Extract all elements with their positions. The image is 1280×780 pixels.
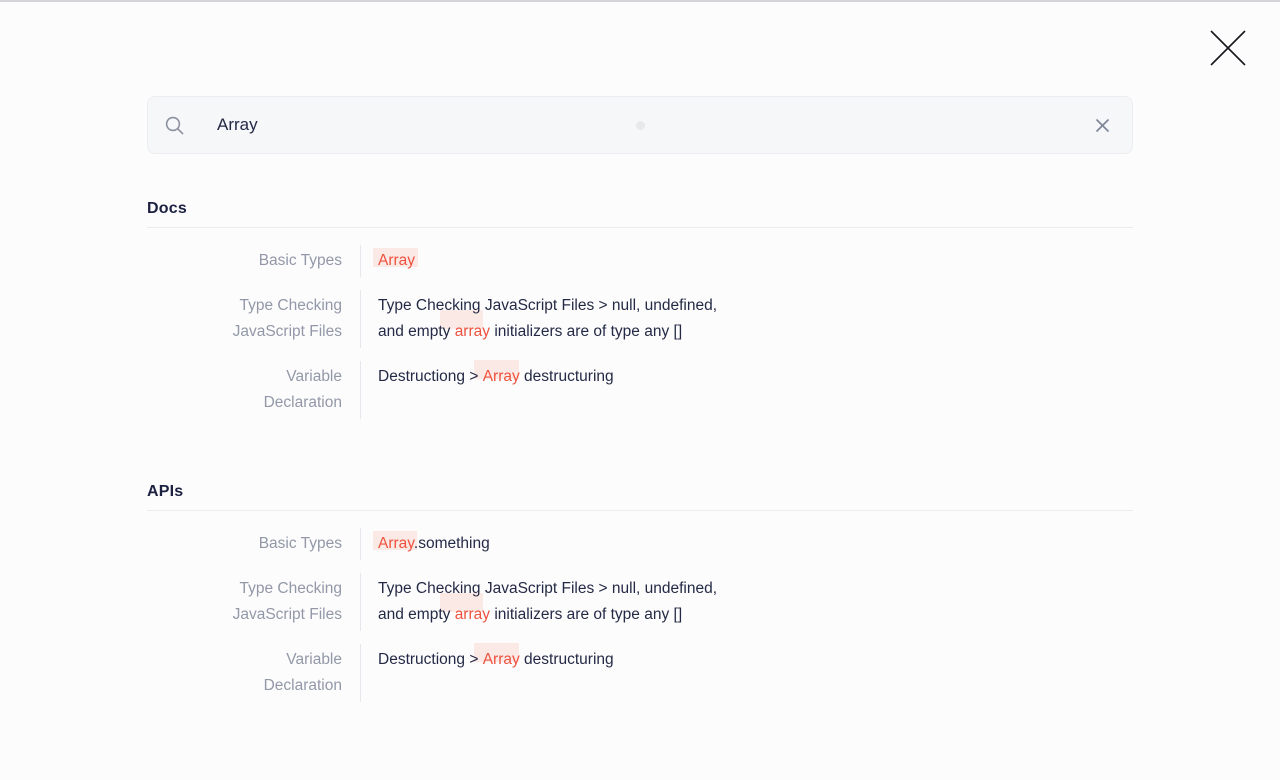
search-modal: Docs Basic Types Array Type CheckingJava… — [147, 96, 1133, 702]
section-title: Docs — [147, 200, 1133, 228]
result-content: Destructiong > Array destructuring — [360, 644, 614, 702]
result-content: Type Checking JavaScript Files > null, u… — [360, 290, 717, 348]
close-icon — [1209, 29, 1247, 67]
search-match-highlight: array — [455, 606, 490, 623]
search-match-highlight: Array — [483, 651, 520, 668]
result-row[interactable]: Type CheckingJavaScript Files Type Check… — [147, 290, 1133, 348]
search-match-highlight: Array — [378, 535, 414, 552]
result-row[interactable]: Basic Types Array — [147, 245, 1133, 277]
result-row[interactable]: Type CheckingJavaScript Files Type Check… — [147, 573, 1133, 631]
result-label: Type CheckingJavaScript Files — [147, 573, 342, 631]
results-section: Docs Basic Types Array Type CheckingJava… — [147, 200, 1133, 419]
clear-search-icon[interactable] — [1090, 113, 1114, 137]
result-label: VariableDeclaration — [147, 644, 342, 702]
search-match-highlight: Array — [483, 368, 520, 385]
result-row[interactable]: Basic Types Array.something — [147, 528, 1133, 560]
section-title: APIs — [147, 483, 1133, 511]
result-label: VariableDeclaration — [147, 361, 342, 419]
search-input[interactable] — [217, 115, 1090, 135]
result-label: Basic Types — [147, 528, 342, 560]
result-content: Array — [360, 245, 415, 277]
search-match-highlight: Array — [378, 252, 415, 269]
section-rows: Basic Types Array Type CheckingJavaScrip… — [147, 245, 1133, 419]
search-results: Docs Basic Types Array Type CheckingJava… — [147, 200, 1133, 702]
search-icon — [164, 115, 185, 136]
result-content: Destructiong > Array destructuring — [360, 361, 614, 419]
cursor-artifact — [636, 121, 645, 130]
section-rows: Basic Types Array.something Type Checkin… — [147, 528, 1133, 702]
search-match-highlight: array — [455, 323, 490, 340]
result-content: Type Checking JavaScript Files > null, u… — [360, 573, 717, 631]
result-label: Type CheckingJavaScript Files — [147, 290, 342, 348]
result-label: Basic Types — [147, 245, 342, 277]
result-row[interactable]: VariableDeclaration Destructiong > Array… — [147, 361, 1133, 419]
result-row[interactable]: VariableDeclaration Destructiong > Array… — [147, 644, 1133, 702]
search-bar — [147, 96, 1133, 154]
result-content: Array.something — [360, 528, 490, 560]
results-section: APIs Basic Types Array.something Type Ch… — [147, 483, 1133, 702]
close-button[interactable] — [1208, 28, 1248, 68]
